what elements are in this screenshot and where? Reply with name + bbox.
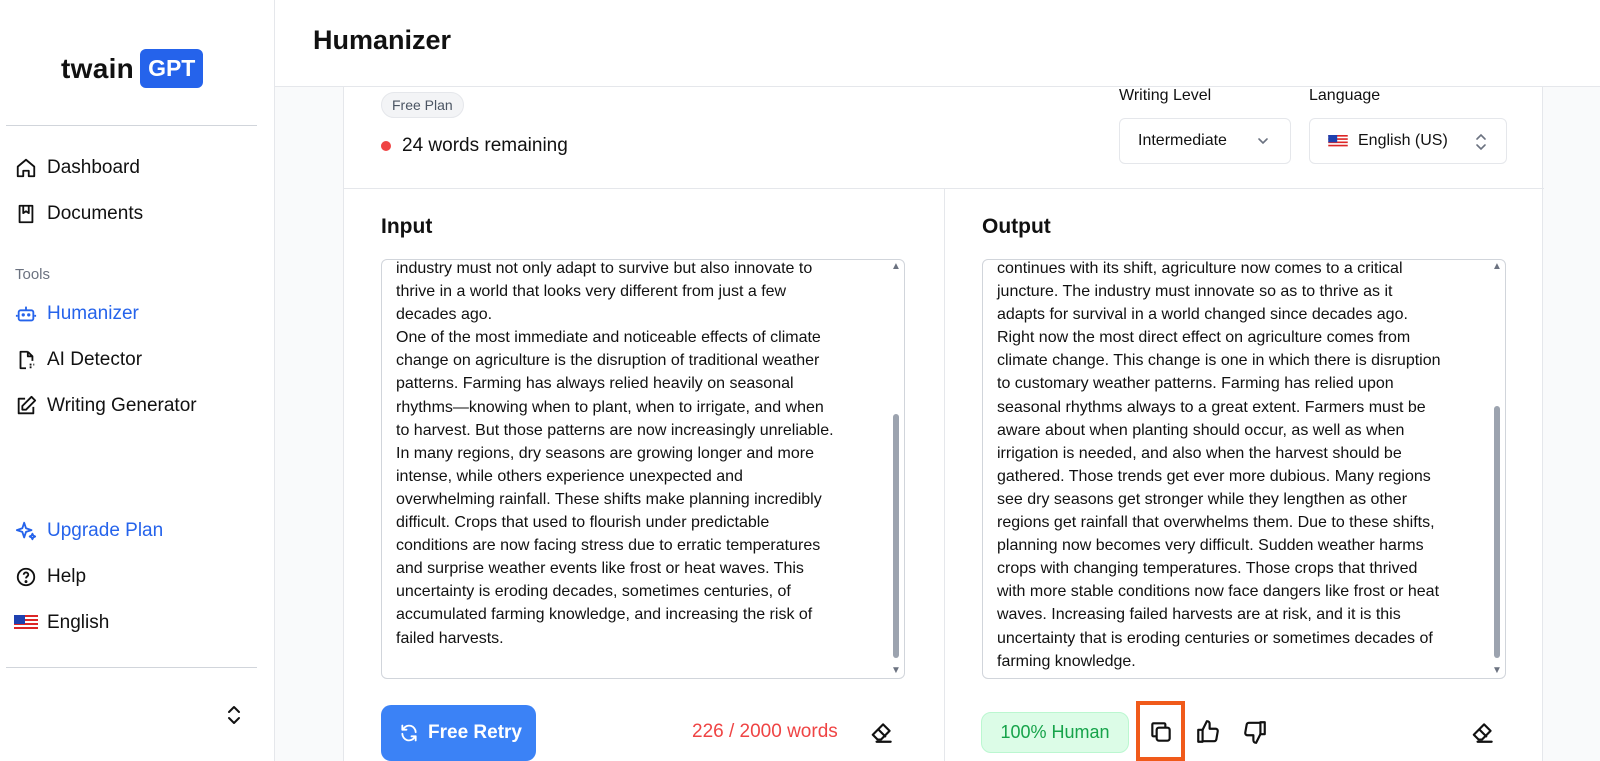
- input-textarea[interactable]: industry must not only adapt to survive …: [381, 259, 905, 679]
- output-title: Output: [982, 215, 1051, 238]
- scroll-up-icon[interactable]: ▲: [891, 262, 901, 272]
- robot-icon: [14, 302, 38, 326]
- account-switcher[interactable]: [4, 691, 172, 737]
- sidebar-item-dashboard[interactable]: Dashboard: [14, 156, 140, 180]
- language-label: Language: [1309, 87, 1381, 104]
- page-title: Humanizer: [313, 25, 452, 55]
- panel-divider: [944, 188, 945, 761]
- sidebar-item-label: English: [47, 612, 110, 633]
- clear-output-eraser-icon[interactable]: [1469, 718, 1497, 746]
- chevron-down-icon: [1256, 134, 1270, 153]
- sidebar-item-label: Dashboard: [47, 157, 140, 178]
- scroll-up-icon[interactable]: ▲: [1492, 262, 1502, 272]
- status-dot: [381, 141, 391, 151]
- free-retry-button[interactable]: Free Retry: [381, 705, 536, 761]
- copy-highlight-box: [1136, 701, 1185, 761]
- scroll-down-icon[interactable]: ▼: [1492, 666, 1502, 676]
- writing-level-label: Writing Level: [1119, 87, 1212, 104]
- thumbs-up-icon[interactable]: [1191, 715, 1225, 749]
- document-icon: [14, 202, 38, 226]
- words-remaining-text: 24 words remaining: [402, 135, 568, 156]
- words-remaining: 24 words remaining: [381, 135, 568, 157]
- sidebar-item-label: Writing Generator: [47, 395, 197, 416]
- us-flag-icon: [1328, 134, 1348, 148]
- clear-input-eraser-icon[interactable]: [868, 718, 896, 746]
- output-textarea[interactable]: continues with its shift, agriculture no…: [982, 259, 1506, 679]
- output-text: continues with its shift, agriculture no…: [997, 260, 1441, 670]
- plan-badge: Free Plan: [381, 92, 464, 118]
- sidebar-item-label: Help: [47, 566, 87, 587]
- sidebar-item-humanizer[interactable]: Humanizer: [14, 302, 139, 326]
- sidebar-item-documents[interactable]: Documents: [14, 202, 143, 226]
- page-header: Humanizer: [275, 0, 1600, 87]
- input-text: industry must not only adapt to survive …: [396, 260, 834, 647]
- us-flag-icon: [14, 611, 38, 635]
- scroll-thumb[interactable]: [893, 414, 899, 658]
- language-select[interactable]: English (US): [1309, 118, 1507, 164]
- tools-section-label: Tools: [15, 266, 51, 283]
- sidebar-item-writing-generator[interactable]: Writing Generator: [14, 394, 197, 418]
- sidebar-divider: [6, 125, 257, 126]
- pencil-square-icon: [14, 394, 38, 418]
- word-count: 226 / 2000 words: [692, 721, 838, 742]
- sidebar-divider: [6, 667, 257, 668]
- output-scrollbar[interactable]: ▲ ▼: [1489, 260, 1505, 678]
- logo-badge: GPT: [140, 49, 204, 88]
- chevron-up-down-icon[interactable]: [224, 703, 244, 727]
- humanizer-card: Free Plan 24 words remaining Writing Lev…: [343, 87, 1544, 761]
- sidebar-item-label: Documents: [47, 203, 144, 224]
- scroll-down-icon[interactable]: ▼: [891, 666, 901, 676]
- chevron-up-down-icon: [1474, 132, 1488, 157]
- sidebar-item-ai-detector[interactable]: AI Detector: [14, 348, 142, 372]
- free-retry-label: Free Retry: [428, 722, 522, 743]
- sidebar-item-label: AI Detector: [47, 349, 143, 370]
- sidebar-item-label: Upgrade Plan: [47, 520, 164, 541]
- input-scrollbar[interactable]: ▲ ▼: [888, 260, 904, 678]
- sidebar-item-language[interactable]: English: [14, 611, 109, 635]
- sidebar-item-upgrade-plan[interactable]: Upgrade Plan: [14, 519, 163, 543]
- logo-text: twain: [61, 52, 135, 84]
- sparkles-icon: [14, 519, 38, 543]
- help-circle-icon: [14, 565, 38, 589]
- writing-level-value: Intermediate: [1138, 132, 1227, 149]
- home-icon: [14, 156, 38, 180]
- sidebar-item-help[interactable]: Help: [14, 565, 86, 589]
- language-value: English (US): [1358, 132, 1448, 149]
- logo[interactable]: twain GPT: [61, 49, 204, 88]
- thumbs-down-icon[interactable]: [1238, 715, 1272, 749]
- sidebar: twain GPT Dashboard Documents Tools Huma…: [0, 0, 275, 761]
- file-scan-icon: [14, 348, 38, 372]
- sidebar-item-label: Humanizer: [47, 303, 139, 324]
- refresh-icon: [399, 723, 419, 743]
- human-score-badge: 100% Human: [981, 712, 1129, 753]
- scroll-thumb[interactable]: [1494, 406, 1500, 658]
- writing-level-select[interactable]: Intermediate: [1119, 118, 1291, 164]
- input-title: Input: [381, 215, 433, 238]
